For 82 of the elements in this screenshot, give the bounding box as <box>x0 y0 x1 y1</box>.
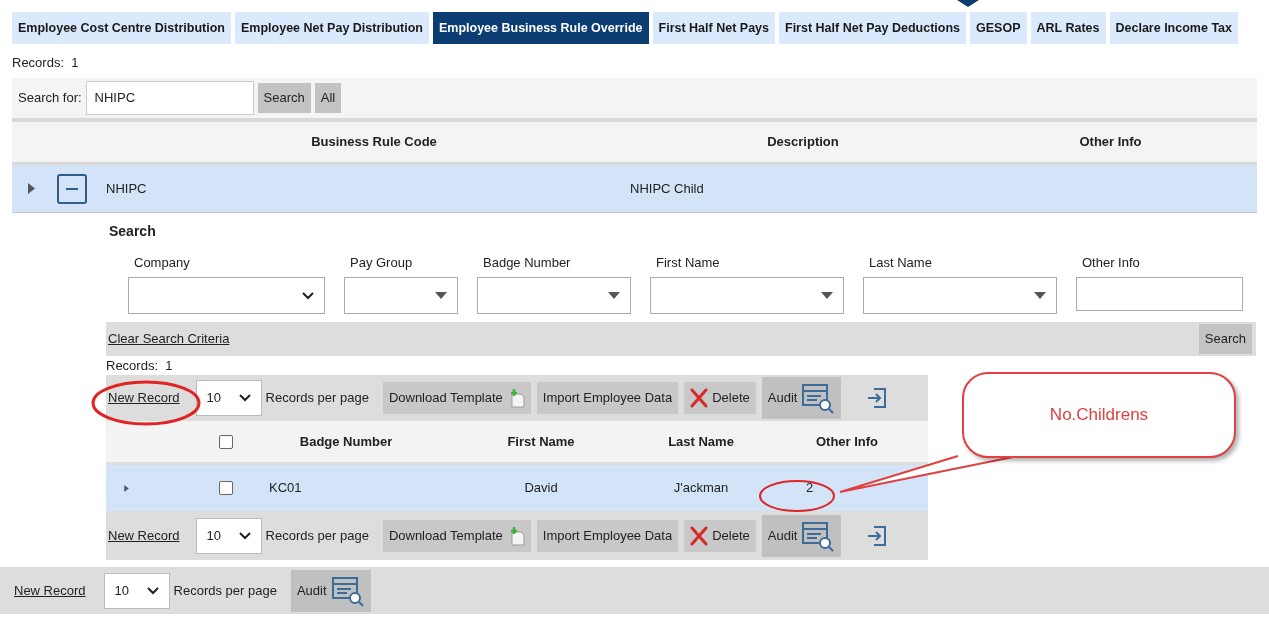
tab[interactable]: First Half Net Pay Deductions <box>779 12 967 44</box>
delete-button[interactable]: Delete <box>684 519 756 552</box>
minus-icon <box>65 187 79 190</box>
callout-text: No.Childrens <box>1049 404 1149 427</box>
import-button[interactable]: Import Employee Data <box>536 519 679 552</box>
tab[interactable]: Employee Net Pay Distribution <box>235 12 429 44</box>
filter-label: Pay Group <box>350 255 414 271</box>
new-record-link[interactable]: New Record <box>14 580 86 601</box>
dropdown-triangle-icon <box>608 292 620 299</box>
pointer-triangle-icon <box>957 0 979 7</box>
export-arrow-icon <box>866 386 889 410</box>
export-arrow-icon <box>866 523 889 548</box>
column-header: Other Info <box>814 432 880 451</box>
filter-select[interactable] <box>650 277 844 314</box>
records-per-page-label: Records per page <box>173 581 277 600</box>
delete-x-icon <box>690 388 709 408</box>
column-header: Description <box>766 133 840 152</box>
records-count: Records: 1 <box>106 358 174 373</box>
page-size-select[interactable]: 10 <box>195 517 262 554</box>
filter-label: Company <box>134 255 191 271</box>
search-field[interactable]: NHIPC <box>85 81 254 115</box>
tab[interactable]: First Half Net Pays <box>652 12 775 44</box>
column-header: Last Name <box>667 432 735 451</box>
records-per-page-label: Records per page <box>265 526 369 545</box>
filter-label: First Name <box>656 255 721 271</box>
filter-label: Badge Number <box>483 255 572 271</box>
table-cell-text: J'ackman <box>672 479 730 498</box>
filter-label: Last Name <box>869 255 933 271</box>
search-button[interactable]: Search <box>1198 324 1252 354</box>
page-size-select[interactable]: 10 <box>103 572 170 609</box>
dropdown-triangle-icon <box>821 292 833 299</box>
filter-select[interactable] <box>128 277 325 314</box>
form-magnifier-icon <box>801 519 836 552</box>
new-record-link[interactable]: New Record <box>108 525 180 546</box>
checkbox[interactable] <box>219 481 233 495</box>
audit-button[interactable]: Audit <box>290 569 371 612</box>
search-button[interactable]: Search <box>257 83 311 113</box>
expand-arrow-icon[interactable] <box>28 183 35 194</box>
dropdown-triangle-icon <box>435 292 447 299</box>
download-button[interactable]: Download Template <box>382 382 531 414</box>
filter-select[interactable] <box>863 277 1057 314</box>
tab[interactable]: GESOP <box>970 12 1027 44</box>
records-count: Records: 1 <box>12 55 80 70</box>
audit-button[interactable]: Audit <box>761 514 842 557</box>
column-header: First Name <box>506 432 576 451</box>
clear-search-link[interactable]: Clear Search Criteria <box>108 329 230 349</box>
dropdown-triangle-icon <box>1034 292 1046 299</box>
table-cell-text: David <box>523 479 559 498</box>
records-per-page-label: Records per page <box>265 389 369 408</box>
audit-button[interactable]: Audit <box>761 377 842 419</box>
table-cell-text: KC01 <box>268 479 303 498</box>
checkbox[interactable] <box>219 434 233 449</box>
filter-select[interactable] <box>344 277 458 314</box>
import-button[interactable]: Import Employee Data <box>536 382 679 414</box>
search-section-title: Search <box>109 223 157 239</box>
form-magnifier-icon <box>330 574 365 607</box>
filter-input-field[interactable] <box>1076 277 1243 311</box>
filter-select[interactable] <box>477 277 631 314</box>
delete-x-icon <box>690 525 709 546</box>
tab[interactable]: Declare Income Tax <box>1109 12 1238 44</box>
collapse-button[interactable] <box>57 173 87 204</box>
chevron-down-icon <box>146 586 159 595</box>
tab[interactable]: ARL Rates <box>1030 12 1106 44</box>
table-cell-text: NHIPC <box>106 179 148 198</box>
tab[interactable]: Employee Business Rule Override <box>432 12 649 44</box>
column-header: Business Rule Code <box>310 133 438 152</box>
search-label: Search for: <box>18 89 82 108</box>
table-cell-text: 2 <box>805 479 815 498</box>
chevron-down-icon <box>238 531 251 540</box>
delete-button[interactable]: Delete <box>684 382 756 414</box>
chevron-down-icon <box>238 394 251 402</box>
column-header: Other Info <box>1078 133 1143 152</box>
show-all-button[interactable]: All <box>314 83 342 113</box>
form-magnifier-icon <box>801 382 836 414</box>
page-size-select[interactable]: 10 <box>195 380 262 416</box>
filter-label: Other Info <box>1082 255 1141 271</box>
expand-arrow-button[interactable] <box>123 482 130 494</box>
table-cell-text: NHIPC Child <box>630 179 705 198</box>
tab[interactable]: Employee Cost Centre Distribution <box>12 12 231 44</box>
chevron-down-icon <box>302 291 314 300</box>
download-button[interactable]: Download Template <box>382 519 531 552</box>
column-header: Badge Number <box>298 432 394 451</box>
